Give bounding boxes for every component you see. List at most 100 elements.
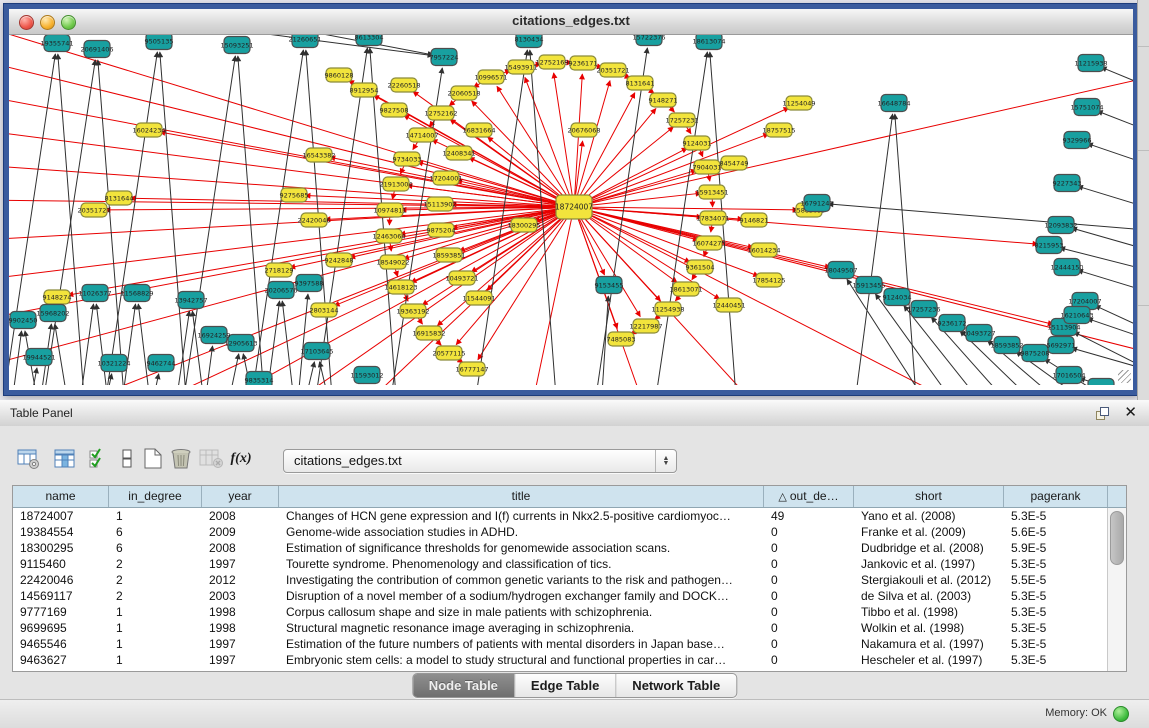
yellow-node[interactable]: 9148271: [649, 93, 678, 107]
yellow-node[interactable]: 17834071: [696, 211, 729, 225]
teal-node[interactable]: 17257236: [907, 301, 940, 318]
float-window-icon[interactable]: [1096, 407, 1109, 420]
teal-node[interactable]: 9505135: [145, 35, 174, 50]
citation-network-graph[interactable]: 1872400722060518127521621471400797340332…: [9, 35, 1133, 385]
teal-node[interactable]: 11593012: [350, 367, 383, 384]
teal-node[interactable]: 18593852: [990, 337, 1023, 354]
tab-network-table[interactable]: Network Table: [616, 674, 736, 697]
teal-node[interactable]: 8130434: [515, 35, 544, 48]
yellow-node[interactable]: 20351727: [77, 203, 110, 217]
teal-node[interactable]: 15751074: [1070, 99, 1103, 116]
teal-node[interactable]: 9124034: [883, 289, 912, 306]
yellow-node[interactable]: 7904031: [693, 160, 722, 174]
teal-node[interactable]: 10321224: [97, 355, 130, 372]
yellow-node[interactable]: 7485083: [607, 332, 636, 346]
yellow-node[interactable]: 8454749: [720, 156, 749, 170]
yellow-node[interactable]: 22260518: [387, 78, 420, 92]
column-header-year[interactable]: year: [202, 486, 279, 507]
yellow-node[interactable]: 20351721: [596, 63, 629, 77]
teal-node[interactable]: 11026377: [78, 285, 111, 302]
yellow-node[interactable]: 16915832: [412, 326, 445, 340]
column-header-in_degree[interactable]: in_degree: [109, 486, 202, 507]
yellow-node[interactable]: 20676068: [567, 123, 600, 137]
column-header-title[interactable]: title: [279, 486, 764, 507]
yellow-node[interactable]: 8131644: [105, 191, 134, 205]
teal-node[interactable]: 15093251: [220, 37, 253, 54]
teal-node[interactable]: 15968202: [36, 305, 69, 322]
table-row[interactable]: 977716911998Corpus callosum shape and si…: [13, 604, 1108, 620]
resize-grip-icon[interactable]: [1118, 370, 1131, 383]
teal-node[interactable]: 18049507: [824, 262, 857, 279]
yellow-node[interactable]: 16014234: [747, 243, 780, 257]
yellow-node[interactable]: 19363192: [396, 304, 429, 318]
yellow-node[interactable]: 18593851: [432, 248, 465, 262]
table-settings-icon[interactable]: [16, 446, 42, 472]
yellow-node[interactable]: 17854125: [752, 273, 785, 287]
yellow-node[interactable]: 9827508: [380, 103, 409, 117]
tab-node-table[interactable]: Node Table: [413, 674, 515, 697]
yellow-node[interactable]: 9860128: [325, 68, 354, 82]
yellow-node[interactable]: 16074275: [692, 236, 725, 250]
teal-node[interactable]: 11215938: [1074, 55, 1107, 72]
teal-node[interactable]: 9329966: [1063, 132, 1092, 149]
yellow-node[interactable]: 9236171: [569, 56, 598, 70]
teal-node[interactable]: 9902450: [9, 312, 37, 329]
vertical-scrollbar[interactable]: [1107, 508, 1126, 671]
teal-node[interactable]: 13942757: [174, 292, 207, 309]
delete-attributes-trash-icon[interactable]: [168, 446, 194, 472]
yellow-node[interactable]: 17257231: [665, 113, 698, 127]
yellow-node[interactable]: 9124031: [683, 136, 712, 150]
teal-node[interactable]: 5692971: [1047, 337, 1076, 354]
teal-node[interactable]: 7957224: [430, 49, 459, 66]
yellow-node[interactable]: 12217987: [629, 319, 662, 333]
yellow-node[interactable]: 12752169: [535, 55, 568, 69]
table-row[interactable]: 1830029562008Estimation of significance …: [13, 540, 1108, 556]
yellow-node[interactable]: 10974811: [373, 203, 406, 217]
rows-icon[interactable]: [114, 446, 140, 472]
table-row[interactable]: 1938455462009Genome-wide association stu…: [13, 524, 1108, 540]
teal-node[interactable]: 9835314: [245, 372, 274, 386]
select-attributes-icon[interactable]: [86, 446, 112, 472]
yellow-node[interactable]: 17204001: [429, 171, 462, 185]
column-header-short[interactable]: short: [854, 486, 1004, 507]
teal-node[interactable]: 19355741: [40, 35, 73, 52]
table-row[interactable]: 1872400712008Changes of HCN gene express…: [13, 508, 1108, 524]
teal-node[interactable]: 9462744: [147, 355, 176, 372]
close-panel-icon[interactable]: ✕: [1124, 403, 1137, 421]
yellow-node[interactable]: 9148274: [43, 290, 72, 304]
teal-node[interactable]: 15913455: [852, 277, 885, 294]
teal-node[interactable]: 9227343: [1053, 175, 1082, 192]
table-row[interactable]: 2242004622012Investigating the contribut…: [13, 572, 1108, 588]
yellow-node[interactable]: 11254049: [782, 96, 815, 110]
yellow-node[interactable]: 18613071: [669, 282, 702, 296]
yellow-node[interactable]: 16831664: [462, 123, 495, 137]
teal-node[interactable]: 21260651: [288, 35, 321, 48]
yellow-node[interactable]: 21913004: [379, 177, 412, 191]
yellow-node[interactable]: 15913451: [695, 185, 728, 199]
yellow-node[interactable]: 12752162: [424, 106, 457, 120]
column-header-out_de[interactable]: △out_de…: [764, 486, 854, 507]
yellow-node[interactable]: 12463064: [372, 229, 405, 243]
yellow-node[interactable]: 15113902: [423, 197, 456, 211]
teal-node[interactable]: 9875208: [1021, 345, 1050, 362]
network-canvas[interactable]: 1872400722060518127521621471400797340332…: [9, 35, 1133, 385]
teal-node[interactable]: 16648784: [877, 95, 910, 112]
teal-node[interactable]: 9153455: [595, 277, 624, 294]
yellow-node[interactable]: 9361504: [686, 260, 715, 274]
teal-node[interactable]: 16791243: [800, 195, 833, 212]
yellow-node[interactable]: 12408341: [442, 146, 475, 160]
teal-node[interactable]: 12093832: [1044, 217, 1077, 234]
scrollbar-thumb[interactable]: [1110, 511, 1124, 565]
teal-node[interactable]: 20206576: [264, 282, 297, 299]
yellow-node[interactable]: 14618123: [384, 280, 417, 294]
window-titlebar[interactable]: citations_edges.txt: [9, 9, 1133, 35]
table-row[interactable]: 911546021997Tourette syndrome. Phenomeno…: [13, 556, 1108, 572]
function-builder-icon[interactable]: f(x): [228, 446, 254, 472]
teal-node[interactable]: 15722376: [632, 35, 665, 46]
teal-node[interactable]: 11568829: [120, 285, 153, 302]
yellow-node[interactable]: 11544091: [462, 291, 495, 305]
teal-node[interactable]: 19944521: [22, 349, 55, 366]
yellow-node[interactable]: 18549022: [376, 255, 409, 269]
select-columns-icon[interactable]: [52, 446, 78, 472]
new-table-icon[interactable]: [140, 446, 166, 472]
